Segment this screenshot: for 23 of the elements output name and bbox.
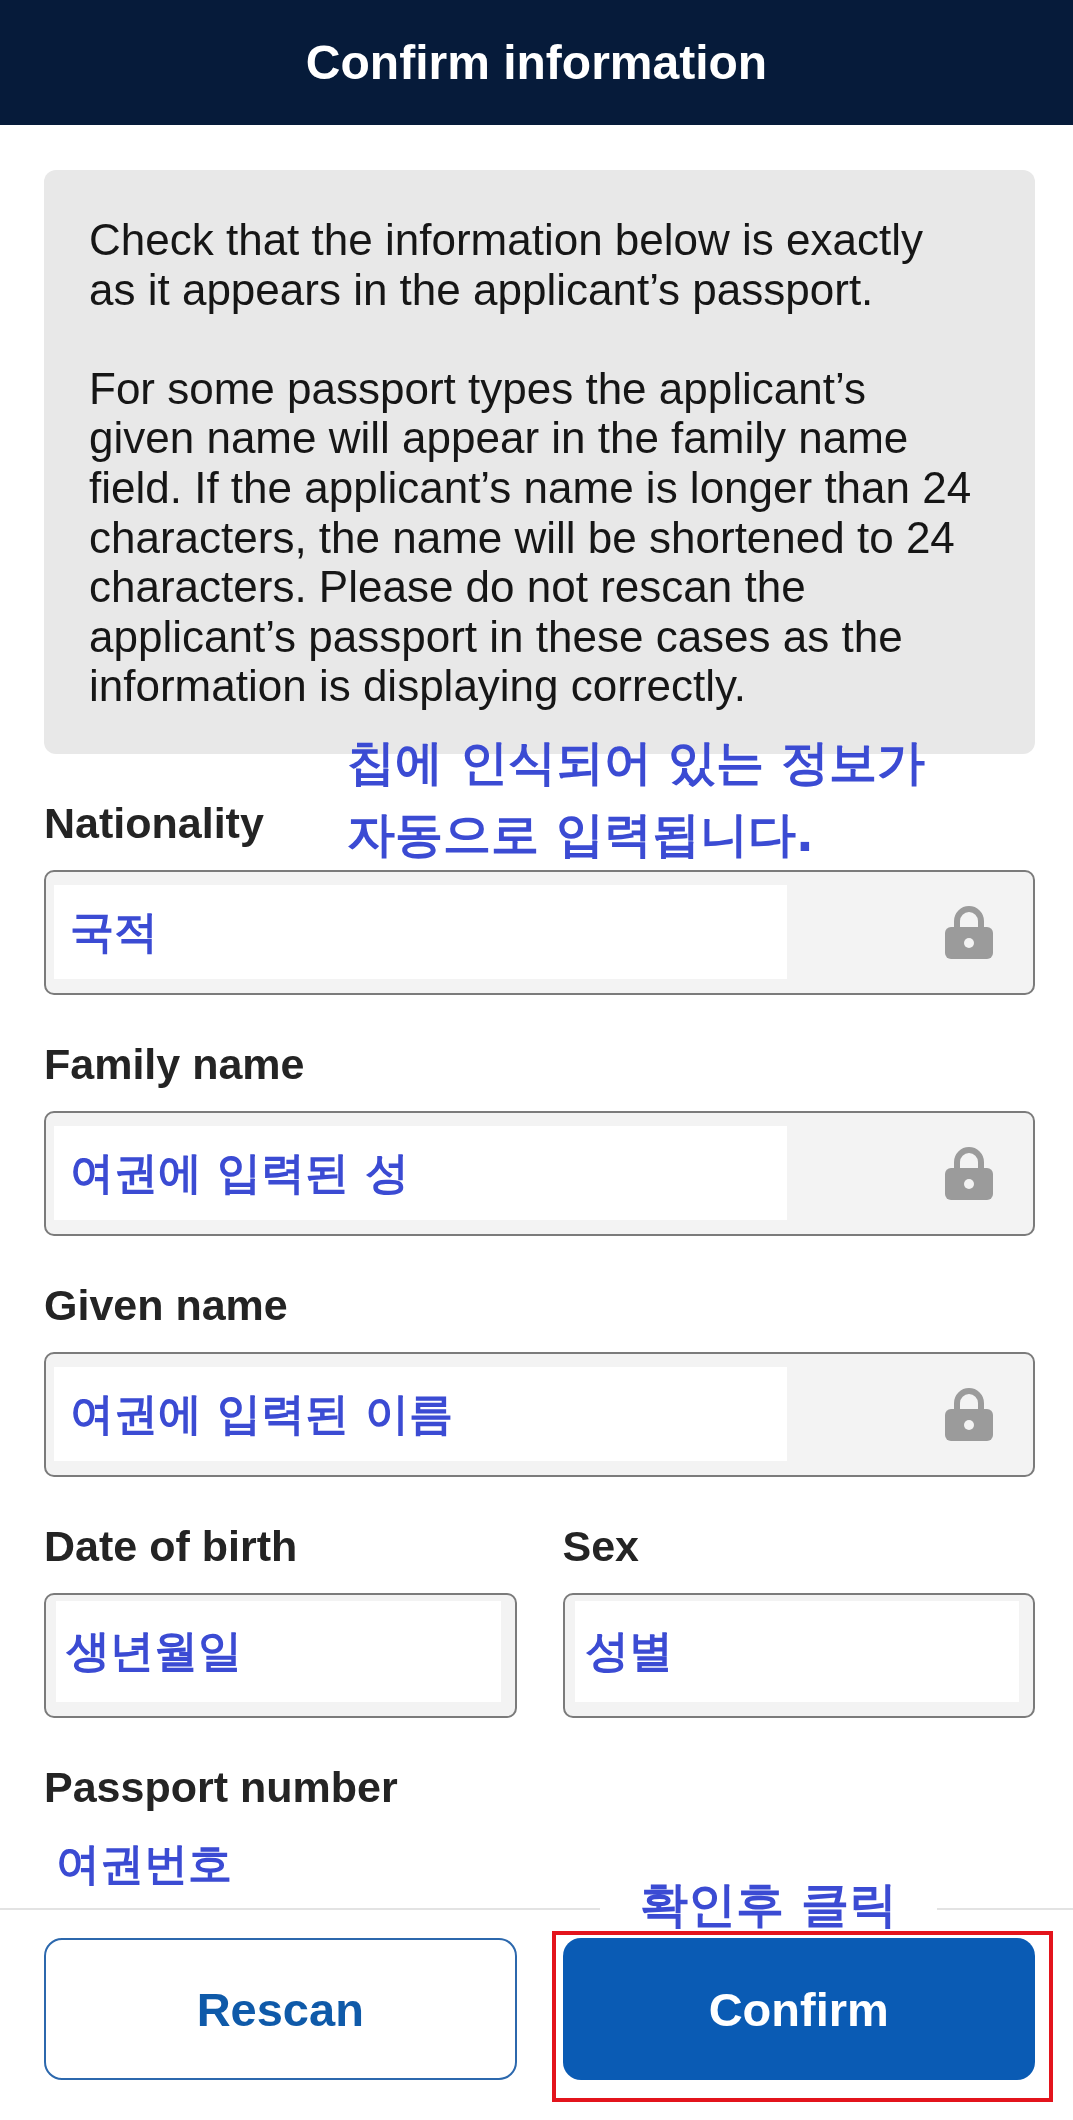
annotation-label: 여권번호 bbox=[55, 1836, 232, 1891]
notice-text: Check that the information below is exactly as it appears in the applicant’s passport. bbox=[89, 215, 924, 315]
annotation-label: 여권에 입력된 이름 bbox=[54, 1367, 787, 1462]
annotation-label: 여권에 입력된 성 bbox=[54, 1126, 787, 1221]
annotation-label: 칩에 인식되어 있는 정보가 자동으로 입력됩니다. bbox=[347, 733, 926, 864]
text-field[interactable]: 생년월일 bbox=[44, 1592, 517, 1718]
notice-text: For some passport types the applicant’s given name will appear in the family name field. If the applicant’s name is longer than 24 characters, the name will be shortened to 24 characters. Please do not rescan the applicant’s passport in these cases as the information is displaying correctly. bbox=[89, 363, 973, 711]
rescan-button[interactable]: Rescan bbox=[44, 1938, 517, 2080]
annotation-label: 성별 bbox=[574, 1600, 1019, 1702]
text-field[interactable]: 국적 bbox=[44, 869, 1035, 995]
field-label: Family name bbox=[44, 1039, 305, 1088]
field-label: Given name bbox=[44, 1280, 288, 1329]
annotation-label: 국적 bbox=[54, 885, 787, 980]
field-label: Nationality bbox=[44, 798, 264, 847]
field-label: Date of birth bbox=[44, 1521, 298, 1570]
text-field[interactable]: 여권에 입력된 성 bbox=[44, 1110, 1035, 1236]
field-label: Sex bbox=[562, 1521, 639, 1570]
text-field[interactable]: 성별 bbox=[562, 1592, 1035, 1718]
text-field[interactable]: 여권에 입력된 이름 bbox=[44, 1351, 1035, 1477]
annotation-label: 생년월일 bbox=[56, 1600, 501, 1702]
confirm-button[interactable]: Confirm bbox=[562, 1938, 1035, 2080]
screen-title: Confirm information bbox=[305, 35, 768, 90]
field-label: Passport number bbox=[44, 1762, 398, 1811]
